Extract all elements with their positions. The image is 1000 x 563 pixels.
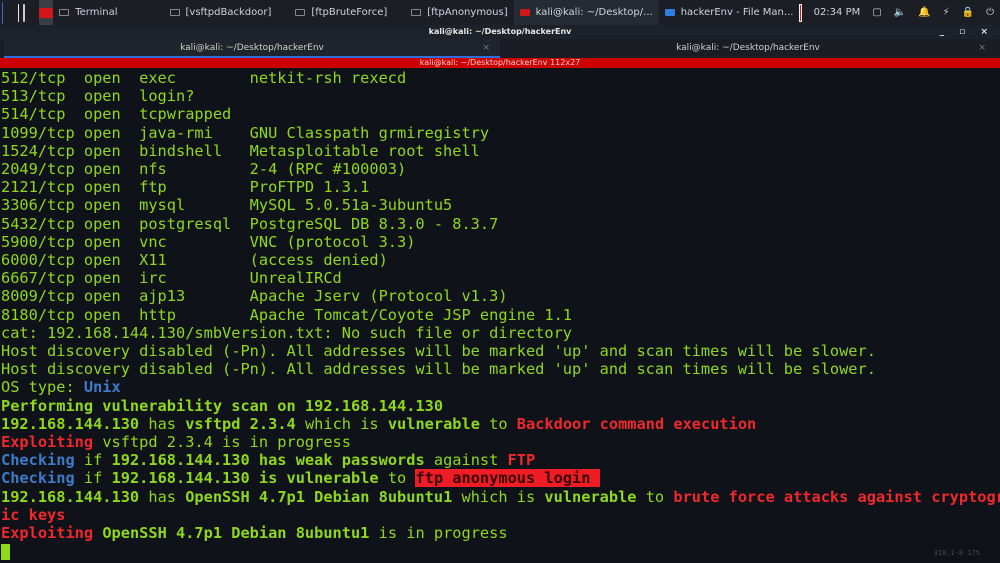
terminal-icon	[519, 9, 530, 16]
terminal-segment: Checking	[1, 451, 75, 470]
task-file-manager[interactable]: hackerEnv - File Man...	[659, 0, 800, 25]
display-icon[interactable]: ▢	[872, 7, 881, 18]
terminal-segment: OpenSSH 4.7p1 Debian 8ubuntu1	[185, 487, 453, 506]
close-icon[interactable]: ×	[978, 39, 986, 57]
folder-icon	[664, 9, 675, 16]
os-label: OS type:	[1, 378, 84, 397]
os-value: Unix	[83, 378, 121, 397]
port-row: 1099/tcp open java-rmi GNU Classpath grm…	[1, 123, 490, 142]
window-icon	[59, 9, 70, 16]
port-row: 5432/tcp open postgresql PostgreSQL DB 8…	[1, 214, 499, 233]
terminal-output[interactable]: 512/tcp open exec netkit-rsh rexecd 513/…	[0, 68, 1000, 563]
task-label: Terminal	[75, 7, 118, 18]
volume-icon[interactable]: 🔈	[894, 7, 906, 18]
task-label: kali@kali: ~/Desktop/...	[535, 7, 653, 18]
terminal-segment: 192.168.144.130	[1, 414, 140, 433]
task-label: [ftpBruteForce]	[311, 7, 388, 18]
host-discovery-line: Host discovery disabled (-Pn). All addre…	[1, 360, 876, 379]
port-row: 2049/tcp open nfs 2-4 (RPC #100003)	[1, 160, 407, 179]
lock-icon[interactable]: 🔒	[962, 7, 974, 18]
port-row: 1524/tcp open bindshell Metasploitable r…	[1, 141, 480, 160]
window-controls[interactable]: _ ▫ ×	[940, 25, 994, 39]
terminal-segment: against	[424, 451, 508, 470]
workspace-active[interactable]	[39, 0, 54, 25]
port-row: 512/tcp open exec netkit-rsh rexecd	[1, 69, 407, 87]
tab-bar: kali@kali: ~/Desktop/hackerEnv × kali@kal…	[0, 39, 1000, 58]
port-row: 513/tcp open login?	[1, 87, 195, 106]
terminal-text: 512/tcp open exec netkit-rsh rexecd 513/…	[0, 68, 1000, 560]
port-row: 6667/tcp open irc UnrealIRCd	[1, 269, 342, 288]
terminal-segment: vsftpd 2.3.4 is in progress	[93, 433, 351, 452]
port-row: 3306/tcp open mysql MySQL 5.0.51a-3ubunt…	[1, 196, 453, 215]
scan-line: Performing vulnerability scan on 192.168…	[1, 396, 444, 415]
terminal-segment: to	[636, 487, 674, 506]
port-row: 5900/tcp open vnc VNC (protocol 3.3)	[1, 232, 416, 251]
host-discovery-line: Host discovery disabled (-Pn). All addre…	[1, 342, 876, 361]
cat-error: cat: 192.168.144.130/smbVersion.txt: No …	[1, 323, 572, 342]
recording-icon[interactable]	[799, 3, 802, 22]
tab-label: kali@kali: ~/Desktop/hackerEnv	[180, 43, 324, 53]
terminal-segment: which is	[295, 414, 388, 433]
tab-1[interactable]: kali@kali: ~/Desktop/hackerEnv ×	[4, 39, 500, 58]
port-row: 8180/tcp open http Apache Tomcat/Coyote …	[1, 305, 572, 324]
terminal-segment: has	[139, 414, 186, 433]
terminal-segment: 192.168.144.130 has weak passwords	[111, 451, 425, 470]
power-manager-icon[interactable]: ⚡	[943, 7, 950, 18]
task-terminal[interactable]: Terminal	[53, 0, 123, 25]
terminal-segment: vsftpd 2.3.4	[185, 414, 296, 433]
port-row: 2121/tcp open ftp ProFTPD 1.3.1	[1, 178, 370, 197]
terminal-segment: is in progress	[369, 524, 508, 543]
task-ftpbrute[interactable]: [ftpBruteForce]	[289, 0, 393, 25]
task-vsftpd[interactable]: [vsftpdBackdoor]	[164, 0, 278, 25]
tmux-status-bar: kali@kali: ~/Desktop/hackerEnv 112x27	[0, 58, 1000, 68]
window-icon	[411, 9, 422, 16]
terminal-segment: which is	[452, 487, 545, 506]
window-titlebar[interactable]: kali@kali: ~/Desktop/hackerEnv _ ▫ ×	[0, 25, 1000, 39]
window-icon	[169, 9, 180, 16]
clock[interactable]: 02:34 PM	[808, 0, 867, 25]
terminal-segment: Exploiting	[1, 433, 94, 452]
task-ftpanon[interactable]: [ftpAnonymous]	[405, 0, 513, 25]
port-row: 6000/tcp open X11 (access denied)	[1, 251, 388, 270]
window-title: kali@kali: ~/Desktop/hackerEnv	[428, 27, 572, 36]
port-row: 514/tcp open tcpwrapped	[1, 105, 232, 124]
terminal-segment: 192.168.144.130	[1, 487, 140, 506]
tab-2[interactable]: kali@kali: ~/Desktop/hackerEnv ×	[500, 39, 996, 58]
cursor	[1, 543, 10, 560]
window-icon	[295, 9, 306, 16]
terminal-segment: Checking	[1, 469, 75, 488]
task-label: [ftpAnonymous]	[427, 7, 508, 18]
terminal-segment: vulnerable	[544, 487, 637, 506]
terminal-segment: if	[74, 451, 112, 470]
terminal-segment: has	[139, 487, 186, 506]
task-label: hackerEnv - File Man...	[680, 7, 794, 18]
port-row: 8009/tcp open ajp13 Apache Jserv (Protoc…	[1, 287, 508, 306]
terminal-segment: to	[479, 414, 517, 433]
close-icon[interactable]: ×	[482, 39, 490, 57]
terminal-segment: Backdoor command execution	[516, 414, 757, 433]
logout-icon[interactable]: ⏻	[986, 7, 994, 18]
terminal-segment: to	[378, 469, 416, 488]
task-label: [vsftpdBackdoor]	[185, 7, 272, 18]
terminal-icon[interactable]	[22, 3, 25, 22]
vim-ruler: 318,1-8 17%	[933, 549, 980, 557]
taskbar: Terminal [vsftpdBackdoor] [ftpBruteForce…	[0, 0, 1000, 25]
terminal-segment: is vulnerable	[249, 469, 379, 488]
terminal-segment: vulnerable	[387, 414, 480, 433]
port-list: 512/tcp open exec netkit-rsh rexecd 513/…	[1, 69, 572, 324]
tab-label: kali@kali: ~/Desktop/hackerEnv	[676, 43, 820, 53]
highlight-vuln: ftp anonymous login	[415, 469, 600, 488]
terminal-segment: FTP	[507, 451, 536, 470]
terminal-segment: Exploiting	[1, 524, 94, 543]
task-kali-terminal[interactable]: kali@kali: ~/Desktop/...	[513, 0, 659, 25]
terminal-segment: if	[74, 469, 112, 488]
terminal-segment: 192.168.144.130	[111, 469, 250, 488]
notification-bell-icon[interactable]: 🔔	[918, 7, 930, 18]
terminal-segment: OpenSSH 4.7p1 Debian 8ubuntu1	[93, 524, 370, 543]
